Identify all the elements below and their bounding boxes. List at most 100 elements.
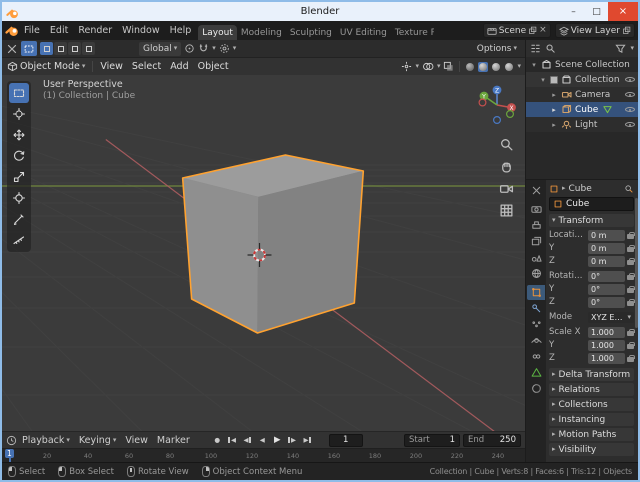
visibility-eye-icon[interactable] xyxy=(624,119,636,130)
viewport-menu-object[interactable]: Object xyxy=(194,61,233,72)
playback-dropdown[interactable]: Playback▾ xyxy=(18,433,74,447)
rotation-mode-dropdown[interactable]: XYZ Euler▾ xyxy=(588,312,634,323)
outliner-item-cube[interactable]: ▸ Cube xyxy=(526,102,638,117)
lock-icon[interactable] xyxy=(627,258,634,265)
properties-tab-physics[interactable] xyxy=(527,333,545,348)
viewport-menu-view[interactable]: View xyxy=(96,61,127,72)
pivot-point-icon[interactable] xyxy=(184,43,195,54)
number-field[interactable]: 1.000 xyxy=(588,353,625,364)
collections-panel[interactable]: ▸ Collections xyxy=(549,398,634,411)
properties-tab-particles[interactable] xyxy=(527,317,545,332)
outliner-item-scene-collection[interactable]: ▾ Scene Collection xyxy=(526,57,638,72)
navigation-gizmo[interactable]: Z X Y xyxy=(475,83,519,127)
collection-checkbox[interactable] xyxy=(550,76,558,84)
tool-transform[interactable] xyxy=(9,188,29,208)
workspace-tab-texture-paint[interactable]: Texture Paint xyxy=(391,25,434,40)
lock-icon[interactable] xyxy=(627,342,634,349)
pan-hand-icon[interactable] xyxy=(499,159,514,174)
workspace-tab-layout[interactable]: Layout xyxy=(198,25,237,40)
shading-rendered-button[interactable] xyxy=(504,62,514,72)
number-field[interactable]: 1.000 xyxy=(588,327,625,338)
disclosure-icon[interactable]: ▾ xyxy=(530,61,538,69)
filter-funnel-icon[interactable] xyxy=(615,43,626,54)
menu-file[interactable]: File xyxy=(19,25,45,36)
tool-annotate[interactable] xyxy=(9,209,29,229)
frame-start-field[interactable]: Start 1 xyxy=(404,434,460,447)
properties-tab-modifiers[interactable] xyxy=(527,301,545,316)
outliner-item-camera[interactable]: ▸ Camera xyxy=(526,87,638,102)
auto-key-button[interactable]: ● xyxy=(211,434,224,447)
tool-measure[interactable] xyxy=(9,230,29,250)
chevron-down-icon[interactable]: ▾ xyxy=(415,63,419,70)
menu-render[interactable]: Render xyxy=(73,25,117,36)
properties-tab-object[interactable] xyxy=(527,285,545,300)
disclosure-icon[interactable]: ▾ xyxy=(539,76,547,84)
instancing-panel[interactable]: ▸ Instancing xyxy=(549,413,634,426)
select-mode-extend[interactable] xyxy=(54,42,67,55)
relations-panel[interactable]: ▸ Relations xyxy=(549,383,634,396)
active-tool-box-select[interactable] xyxy=(21,41,37,56)
search-icon[interactable] xyxy=(545,43,556,54)
keying-dropdown[interactable]: Keying▾ xyxy=(75,433,120,447)
visibility-eye-icon[interactable] xyxy=(624,104,636,115)
prev-keyframe-button[interactable]: ◀ xyxy=(241,434,254,447)
tool-scale[interactable] xyxy=(9,167,29,187)
viewport-menu-add[interactable]: Add xyxy=(166,61,192,72)
object-name-field[interactable]: Cube xyxy=(549,197,634,211)
zoom-icon[interactable] xyxy=(499,137,514,152)
number-field[interactable]: 0 m xyxy=(588,243,625,254)
minimize-button[interactable]: – xyxy=(562,2,585,21)
delta-transform-panel[interactable]: ▸ Delta Transform xyxy=(549,368,634,381)
lock-icon[interactable] xyxy=(627,299,634,306)
outliner-item-collection[interactable]: ▾ Collection xyxy=(526,72,638,87)
number-field[interactable]: 0 m xyxy=(588,256,625,267)
perspective-grid-icon[interactable] xyxy=(499,203,514,218)
workspace-tab-sculpting[interactable]: Sculpting xyxy=(286,25,336,40)
lock-icon[interactable] xyxy=(627,286,634,293)
menu-edit[interactable]: Edit xyxy=(45,25,73,36)
number-field[interactable]: 0 m xyxy=(588,230,625,241)
shading-wireframe-button[interactable] xyxy=(465,62,475,72)
proportional-editing-icon[interactable] xyxy=(219,43,230,54)
play-button[interactable]: ▶ xyxy=(271,434,284,447)
workspace-tab-modeling[interactable]: Modeling xyxy=(237,25,286,40)
menu-help[interactable]: Help xyxy=(165,25,197,36)
properties-tab-output[interactable] xyxy=(527,218,545,233)
select-mode-subtract[interactable] xyxy=(68,42,81,55)
gizmo-z-neg[interactable] xyxy=(494,117,501,124)
lock-icon[interactable] xyxy=(627,245,634,252)
jump-to-start-button[interactable]: ◀ xyxy=(226,434,239,447)
camera-view-icon[interactable] xyxy=(499,181,514,196)
current-frame-indicator[interactable]: 1 xyxy=(9,449,11,462)
tool-move[interactable] xyxy=(9,125,29,145)
timeline-ruler[interactable]: 20 40 60 80 100 120 140 160 180 200 220 … xyxy=(2,448,525,462)
scene-selector[interactable]: Scene × xyxy=(483,23,551,38)
properties-tab-tool[interactable] xyxy=(527,183,545,198)
number-field[interactable]: 0° xyxy=(588,297,625,308)
select-mode-set[interactable] xyxy=(40,42,53,55)
snap-magnet-icon[interactable] xyxy=(198,43,209,54)
viewport-menu-select[interactable]: Select xyxy=(128,61,165,72)
frame-end-field[interactable]: End 250 xyxy=(463,434,521,447)
workspace-tab-uv-editing[interactable]: UV Editing xyxy=(336,25,391,40)
visibility-panel[interactable]: ▸ Visibility xyxy=(549,443,634,456)
play-reverse-button[interactable]: ◀ xyxy=(256,434,269,447)
lock-icon[interactable] xyxy=(627,232,634,239)
chevron-down-icon[interactable]: ▾ xyxy=(233,45,237,52)
scrollbar[interactable] xyxy=(635,198,638,328)
transform-orientation-dropdown[interactable]: Global ▾ xyxy=(139,42,181,56)
disclosure-icon[interactable]: ▸ xyxy=(550,91,558,99)
number-field[interactable]: 1.000 xyxy=(588,340,625,351)
tool-select-box[interactable] xyxy=(9,83,29,103)
current-frame-field[interactable]: 1 xyxy=(329,434,363,447)
properties-tab-constraints[interactable] xyxy=(527,349,545,364)
menu-window[interactable]: Window xyxy=(117,25,164,36)
search-icon[interactable] xyxy=(624,184,634,194)
xray-toggle-icon[interactable] xyxy=(443,61,454,72)
properties-tab-render[interactable] xyxy=(527,202,545,217)
new-scene-icon[interactable] xyxy=(528,26,537,35)
timeline-menu-view[interactable]: View xyxy=(121,435,152,446)
close-button[interactable]: × xyxy=(608,2,638,21)
chevron-down-icon[interactable]: ▾ xyxy=(437,63,441,70)
new-view-layer-icon[interactable] xyxy=(622,26,631,35)
